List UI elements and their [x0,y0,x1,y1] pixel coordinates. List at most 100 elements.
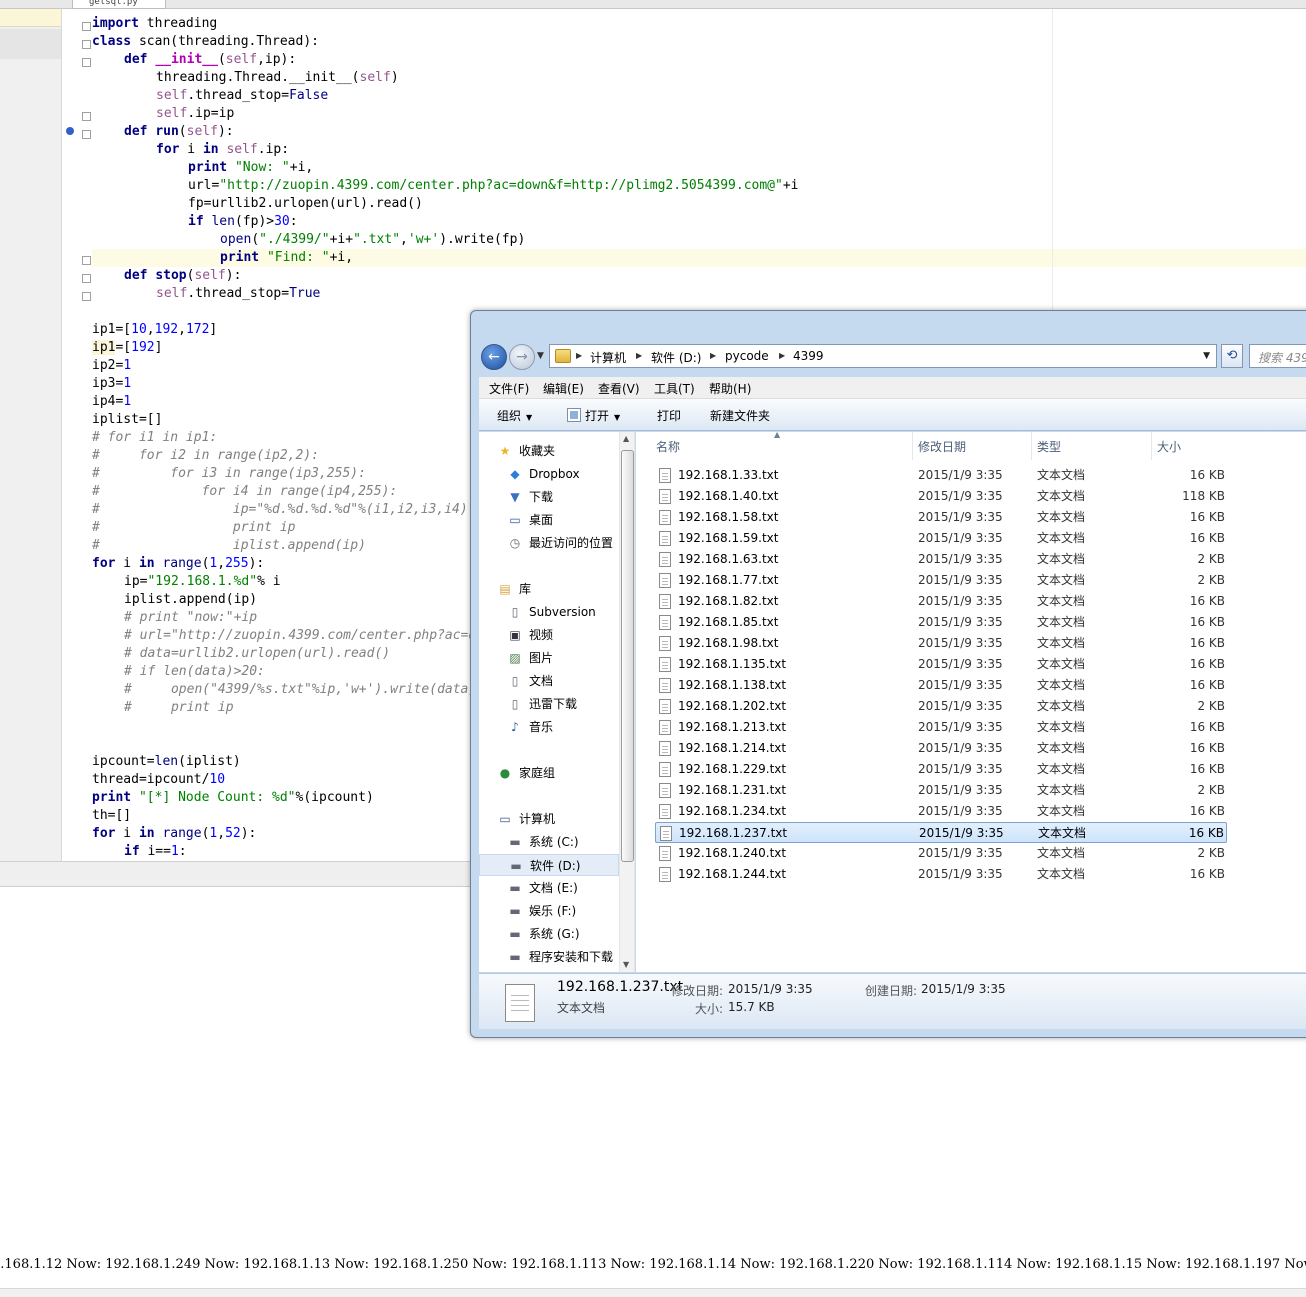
code-line[interactable]: ip3=1 [92,376,131,394]
code-line[interactable]: # iplist.append(ip) [92,538,366,556]
breadcrumb-drive-d[interactable]: 软件 (D:) [651,349,701,366]
code-line[interactable]: # url="http://zuopin.4399.com/center.php… [124,628,500,646]
code-line[interactable]: # for i4 in range(ip4,255): [92,484,397,502]
nav-item[interactable]: ▨ 图片 [479,647,619,669]
column-type[interactable]: 类型 [1037,438,1061,455]
nav-item[interactable]: ▬ 娱乐 (F:) [479,900,619,922]
breadcrumb-computer[interactable]: 计算机 [590,349,626,366]
fold-marker-icon[interactable] [82,130,91,139]
file-row[interactable]: 192.168.1.58.txt 2015/1/9 3:35 文本文档 16 KB [655,507,1227,528]
nav-item[interactable]: ◷ 最近访问的位置 [479,532,619,554]
file-row[interactable]: 192.168.1.244.txt 2015/1/9 3:35 文本文档 16 KB [655,864,1227,885]
column-name[interactable]: 名称 [656,438,680,455]
breadcrumb-arrow-icon[interactable]: ▶ [576,351,582,360]
code-line[interactable]: fp=urllib2.urlopen(url).read() [188,196,423,214]
menu-tools[interactable]: 工具(T) [654,380,695,397]
code-line[interactable]: open("./4399/"+i+".txt",'w+').write(fp) [220,232,525,250]
code-line[interactable]: ip1=[192] [92,340,162,358]
code-line[interactable]: for i in self.ip: [156,142,289,160]
breakpoint-icon[interactable] [66,127,74,135]
console-scrollbar[interactable] [0,1288,1306,1297]
back-button[interactable]: ← [481,344,507,370]
fold-marker-icon[interactable] [82,256,91,265]
breadcrumb-4399[interactable]: 4399 [793,349,824,363]
nav-item[interactable]: ▤ 库 [479,578,619,600]
code-line[interactable]: if i==1: [124,844,187,861]
file-row[interactable]: 192.168.1.33.txt 2015/1/9 3:35 文本文档 16 KB [655,465,1227,486]
code-line[interactable]: iplist.append(ip) [124,592,257,610]
file-row[interactable]: 192.168.1.63.txt 2015/1/9 3:35 文本文档 2 KB [655,549,1227,570]
code-line[interactable]: print "Now: "+i, [188,160,313,178]
column-divider[interactable] [1151,432,1152,460]
code-line[interactable]: print "[*] Node Count: %d"%(ipcount) [92,790,374,808]
new-folder-button[interactable]: 新建文件夹 [710,407,770,424]
file-row[interactable]: 192.168.1.82.txt 2015/1/9 3:35 文本文档 16 KB [655,591,1227,612]
fold-marker-icon[interactable] [82,22,91,31]
code-line[interactable]: ip="192.168.1.%d"% i [124,574,281,592]
nav-item[interactable]: ▣ 视频 [479,624,619,646]
address-bar[interactable]: ▶ 计算机 ▶ 软件 (D:) ▶ pycode ▶ 4399 ▼ [549,344,1217,368]
fold-marker-icon[interactable] [82,58,91,67]
navigation-pane-scrollbar[interactable]: ▲ ▼ [619,432,634,972]
code-line[interactable]: # data=urllib2.urlopen(url).read() [124,646,390,664]
code-line[interactable]: def stop(self): [124,268,241,286]
fold-marker-icon[interactable] [82,112,91,121]
print-button[interactable]: 打印 [657,407,681,424]
file-row[interactable]: 192.168.1.229.txt 2015/1/9 3:35 文本文档 16 KB [655,759,1227,780]
file-row[interactable]: 192.168.1.40.txt 2015/1/9 3:35 文本文档 118 KB [655,486,1227,507]
code-line[interactable]: thread=ipcount/10 [92,772,225,790]
scroll-down-icon[interactable]: ▼ [623,960,629,969]
code-line[interactable]: self.ip=ip [156,106,234,124]
nav-item[interactable]: ★ 收藏夹 [479,440,619,462]
code-line[interactable]: threading.Thread.__init__(self) [156,70,399,88]
file-row[interactable]: 192.168.1.59.txt 2015/1/9 3:35 文本文档 16 KB [655,528,1227,549]
file-row[interactable]: 192.168.1.234.txt 2015/1/9 3:35 文本文档 16 KB [655,801,1227,822]
open-button[interactable]: 打开 ▼ [567,407,620,424]
code-line[interactable]: url="http://zuopin.4399.com/center.php?a… [188,178,799,196]
code-line[interactable]: # print ip [92,520,296,538]
nav-item[interactable]: ▬ 程序安装和下载 [479,946,619,968]
nav-item[interactable]: ● 家庭组 [479,762,619,784]
nav-item[interactable]: ▬ 文档 (E:) [479,877,619,899]
fold-marker-icon[interactable] [82,40,91,49]
project-panel-selection[interactable] [0,29,61,59]
file-row[interactable]: 192.168.1.135.txt 2015/1/9 3:35 文本文档 16 KB [655,654,1227,675]
file-row[interactable]: 192.168.1.240.txt 2015/1/9 3:35 文本文档 2 KB [655,843,1227,864]
scroll-up-icon[interactable]: ▲ [623,434,629,443]
code-line[interactable]: # if len(data)>20: [124,664,265,682]
organize-button[interactable]: 组织 ▼ [497,407,532,424]
nav-item[interactable]: ▯ 文档 [479,670,619,692]
code-line[interactable]: # print ip [124,700,234,718]
file-row[interactable]: 192.168.1.98.txt 2015/1/9 3:35 文本文档 16 KB [655,633,1227,654]
code-line[interactable]: for i in range(1,52): [92,826,256,844]
code-line[interactable]: # for i3 in range(ip3,255): [92,466,366,484]
search-input[interactable]: 搜索 4399 [1249,344,1306,368]
code-line[interactable]: ip4=1 [92,394,131,412]
column-divider[interactable] [1031,432,1032,460]
recent-pages-dropdown-icon[interactable]: ▼ [537,351,544,361]
forward-button[interactable]: → [509,344,535,370]
breadcrumb-pycode[interactable]: pycode [725,349,769,363]
file-row[interactable]: 192.168.1.85.txt 2015/1/9 3:35 文本文档 16 KB [655,612,1227,633]
code-line[interactable]: # for i2 in range(ip2,2): [92,448,319,466]
nav-item[interactable]: ▬ 系统 (G:) [479,923,619,945]
editor-tab[interactable]: getsql.py [72,0,166,9]
code-line[interactable]: self.thread_stop=False [156,88,328,106]
code-line[interactable]: if len(fp)>30: [188,214,298,232]
column-divider[interactable] [912,432,913,460]
code-line[interactable]: ipcount=len(iplist) [92,754,241,772]
code-line[interactable]: self.thread_stop=True [156,286,320,304]
breadcrumb-arrow-icon[interactable]: ▶ [710,351,716,360]
code-line[interactable]: class scan(threading.Thread): [92,34,319,52]
code-line[interactable]: for i in range(1,255): [92,556,264,574]
nav-item[interactable]: ▭ 计算机 [479,808,619,830]
address-history-chevron-down-icon[interactable]: ▼ [1203,351,1210,361]
code-line[interactable]: th=[] [92,808,131,826]
code-line[interactable]: import threading [92,16,217,34]
breadcrumb-arrow-icon[interactable]: ▶ [779,351,785,360]
code-line[interactable]: ip1=[10,192,172] [92,322,217,340]
file-row[interactable]: 192.168.1.202.txt 2015/1/9 3:35 文本文档 2 KB [655,696,1227,717]
fold-marker-icon[interactable] [82,274,91,283]
nav-item[interactable]: ▯ 迅雷下载 [479,693,619,715]
file-row[interactable]: 192.168.1.138.txt 2015/1/9 3:35 文本文档 16 KB [655,675,1227,696]
